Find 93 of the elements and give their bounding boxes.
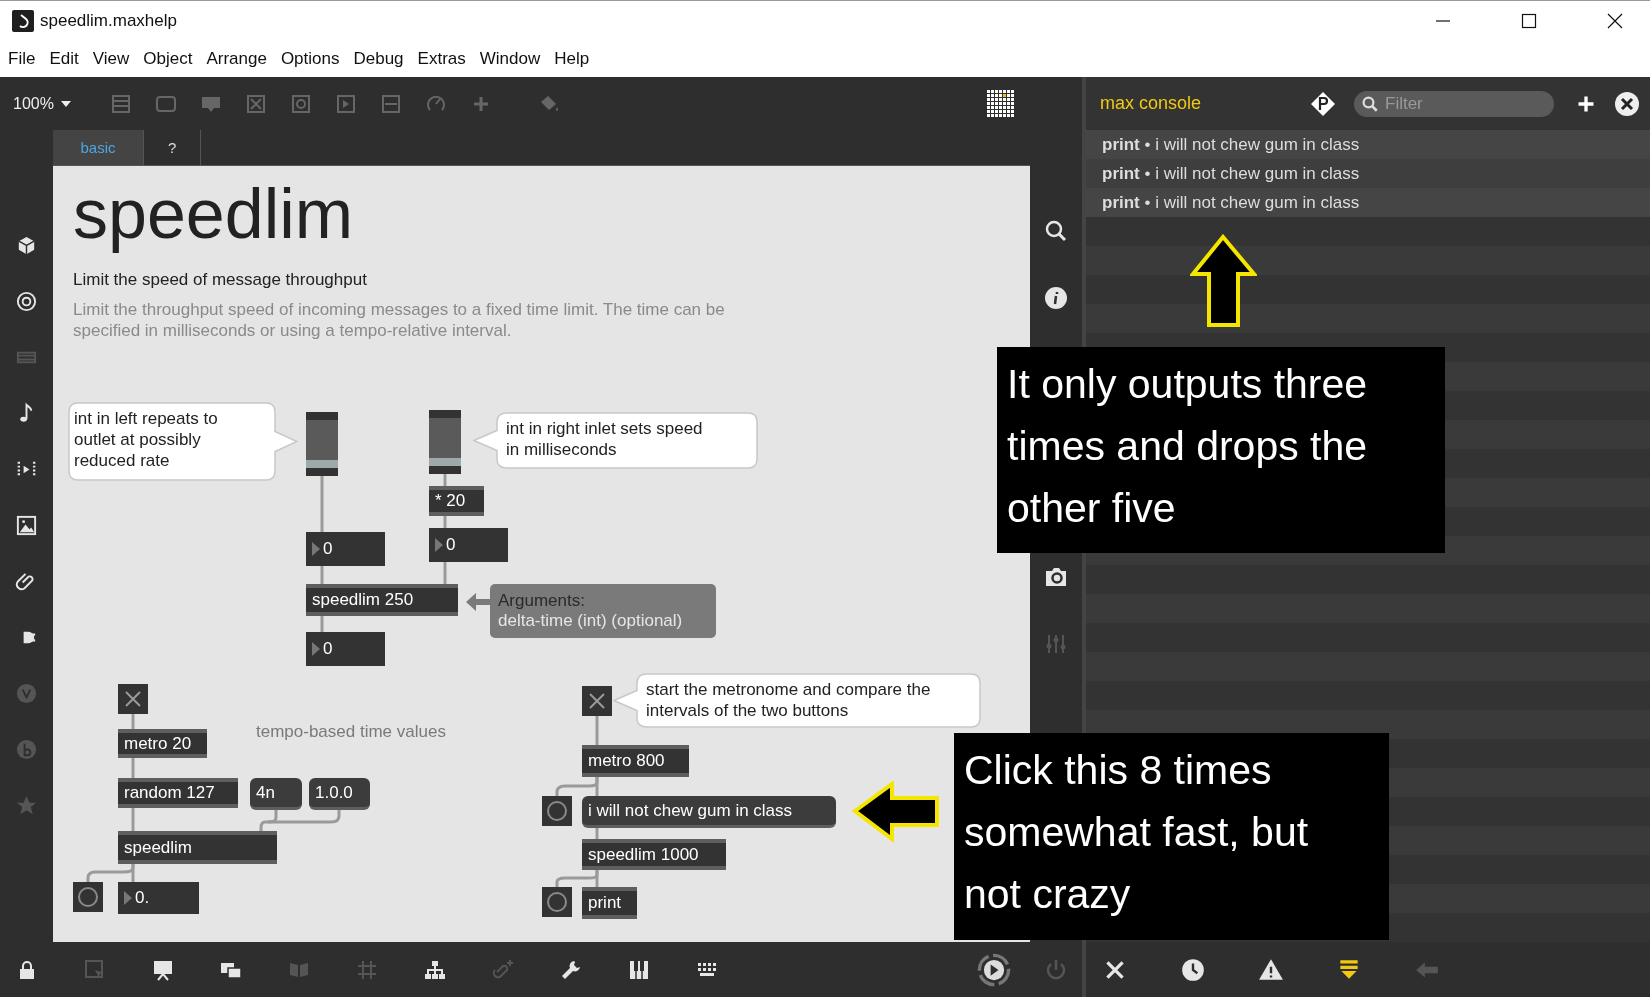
window-title: speedlim.maxhelp bbox=[40, 10, 177, 31]
number-value: 0. bbox=[135, 888, 150, 908]
object-box[interactable]: random 127 bbox=[118, 778, 238, 808]
object-box[interactable]: speedlim 250 bbox=[306, 584, 458, 616]
comment-text: int in left repeats to outlet at possibly reduced rate bbox=[74, 408, 219, 471]
menu-item[interactable]: File bbox=[8, 48, 36, 69]
camera-icon[interactable] bbox=[1044, 565, 1068, 589]
target-icon[interactable] bbox=[15, 290, 38, 313]
menu-item[interactable]: Help bbox=[554, 48, 590, 69]
tab[interactable]: basic bbox=[53, 130, 144, 165]
console-title: max console bbox=[1100, 93, 1202, 114]
bang-button[interactable] bbox=[73, 882, 103, 912]
menu-item[interactable]: View bbox=[92, 48, 130, 69]
circle-icon bbox=[546, 800, 568, 822]
hint-text: delta-time (int) (optional) bbox=[498, 611, 684, 631]
triangle-icon bbox=[435, 538, 443, 552]
slider[interactable] bbox=[306, 412, 338, 476]
object-box[interactable]: print bbox=[582, 887, 637, 919]
close-icon[interactable] bbox=[1614, 90, 1640, 117]
message-box[interactable]: 1.0.0 bbox=[309, 778, 370, 810]
help-subtitle: Limit the speed of message throughput bbox=[73, 270, 367, 290]
menu-item[interactable]: Extras bbox=[417, 48, 466, 69]
object-box[interactable]: speedlim 1000 bbox=[582, 839, 726, 870]
triangle-icon bbox=[312, 642, 320, 656]
clock-icon[interactable] bbox=[1180, 956, 1206, 983]
message-box[interactable]: i will not chew gum in class bbox=[582, 796, 836, 828]
object-box[interactable]: * 20 bbox=[429, 486, 484, 516]
message-box[interactable]: 4n bbox=[250, 778, 302, 810]
patch-cord bbox=[443, 516, 447, 528]
console-message: print • i will not chew gum in class bbox=[1102, 192, 1360, 213]
play-circle-icon[interactable] bbox=[976, 951, 1012, 988]
bang-button[interactable] bbox=[542, 887, 572, 917]
triangle-icon bbox=[124, 891, 132, 905]
star-icon[interactable] bbox=[15, 794, 38, 817]
console-message: print • i will not chew gum in class bbox=[1102, 163, 1360, 184]
menu-item[interactable]: Window bbox=[479, 48, 541, 69]
triangle-icon bbox=[312, 542, 320, 556]
info-icon[interactable] bbox=[1044, 286, 1068, 310]
annotation-box: It only outputs three times and drops the other five bbox=[997, 347, 1445, 553]
annotation-box: Click this 8 times somewhat fast, but not crazy bbox=[954, 733, 1389, 940]
comment-text: start the metronome and compare the intervals of the two buttons bbox=[646, 679, 932, 721]
menu-item[interactable]: Debug bbox=[353, 48, 404, 69]
filter-field[interactable]: Filter bbox=[1354, 90, 1554, 117]
toggle[interactable] bbox=[118, 684, 148, 714]
number-value: 0 bbox=[323, 539, 333, 559]
patch-cord bbox=[320, 616, 324, 632]
number-box[interactable]: 0 bbox=[306, 532, 385, 566]
patch-cord bbox=[320, 476, 324, 532]
comment-text: int in right inlet sets speed in milliseconds bbox=[506, 418, 704, 460]
circle-icon bbox=[546, 891, 568, 913]
number-value: 0 bbox=[323, 639, 333, 659]
close-icon[interactable] bbox=[1607, 12, 1623, 29]
menu-item[interactable]: Arrange bbox=[206, 48, 267, 69]
comment-text: tempo-based time values bbox=[256, 722, 447, 743]
hint-title: Arguments: bbox=[498, 591, 586, 611]
object-box[interactable]: metro 20 bbox=[118, 729, 207, 758]
slider[interactable] bbox=[429, 410, 461, 474]
help-title: speedlim bbox=[73, 174, 354, 254]
image-icon[interactable] bbox=[15, 514, 38, 537]
grid-icon[interactable] bbox=[986, 88, 1016, 119]
menu-item[interactable]: Object bbox=[143, 48, 193, 69]
search-icon[interactable] bbox=[1044, 219, 1068, 243]
search-icon bbox=[1361, 94, 1379, 113]
circle-icon bbox=[77, 886, 99, 908]
app-icon bbox=[12, 9, 34, 32]
caret-icon[interactable] bbox=[60, 100, 71, 107]
object-box[interactable]: speedlim bbox=[118, 831, 277, 864]
p-diamond-icon[interactable] bbox=[1310, 90, 1336, 117]
menu-item[interactable]: Options bbox=[280, 48, 340, 69]
number-value: 0 bbox=[446, 535, 456, 555]
maximize-icon[interactable] bbox=[1521, 12, 1537, 29]
x-icon bbox=[123, 689, 143, 709]
patch-cord bbox=[595, 716, 599, 745]
tab[interactable]: ? bbox=[144, 130, 202, 165]
number-box[interactable]: 0 bbox=[306, 632, 385, 666]
bang-button[interactable] bbox=[542, 796, 572, 826]
patch-cord bbox=[131, 808, 135, 831]
number-box[interactable]: 0. bbox=[118, 882, 199, 914]
patch-cord bbox=[443, 562, 447, 584]
menu-item[interactable]: Edit bbox=[49, 48, 79, 69]
patch-cord bbox=[443, 474, 447, 486]
patch-cord bbox=[131, 758, 135, 778]
patch-cord bbox=[595, 828, 599, 839]
patch-cord bbox=[131, 714, 135, 729]
zoom-level[interactable]: 100% bbox=[13, 94, 54, 113]
help-description: Limit the throughput speed of incoming messages to a fixed time limit. The time can be specified in milliseconds or using a tempo-relative interval. bbox=[73, 299, 726, 341]
sliders-icon[interactable] bbox=[1044, 632, 1068, 656]
console-message: print • i will not chew gum in class bbox=[1102, 134, 1360, 155]
patch-cord bbox=[320, 566, 324, 584]
toggle[interactable] bbox=[582, 686, 612, 716]
number-box[interactable]: 0 bbox=[429, 528, 508, 562]
object-box[interactable]: metro 800 bbox=[582, 745, 689, 777]
x-icon bbox=[587, 691, 607, 711]
